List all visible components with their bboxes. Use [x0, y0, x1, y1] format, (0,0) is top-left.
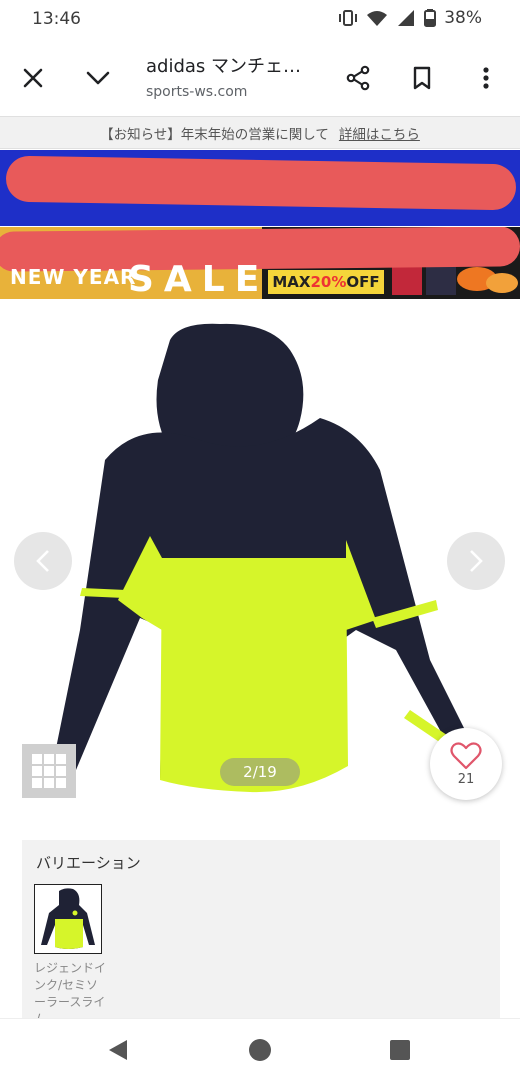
- chevron-left-icon: [36, 550, 49, 572]
- recents-button[interactable]: [380, 1033, 420, 1067]
- page-url: sports-ws.com: [146, 84, 248, 100]
- more-options-button[interactable]: [466, 58, 506, 98]
- variation-thumbnail-image: [41, 888, 95, 949]
- notice-bar: 【お知らせ】年末年始の営業に関して 詳細はこちら: [0, 116, 520, 149]
- home-button[interactable]: [240, 1033, 280, 1067]
- chevron-right-icon: [470, 550, 483, 572]
- browser-toolbar: adidas マンチェ… sports-ws.com: [0, 40, 520, 116]
- new-year-text: NEW YEAR: [10, 265, 137, 289]
- page-title: adidas マンチェ…: [146, 56, 302, 77]
- favorite-count: 21: [457, 771, 475, 787]
- notice-link[interactable]: 詳細はこちら: [339, 123, 420, 143]
- grid-view-button[interactable]: [22, 744, 76, 798]
- promo-banner-sale[interactable]: NEW YEAR SALE MAX 20% OFF: [0, 227, 520, 299]
- product-gallery[interactable]: 2/19 21: [0, 300, 520, 820]
- recents-square-icon: [390, 1040, 410, 1060]
- percent-label: 20%: [310, 273, 347, 291]
- share-icon: [346, 65, 370, 91]
- variation-section: バリエーション レジェンドインク/セミソーラースライム: [22, 840, 500, 1018]
- close-icon: [23, 68, 43, 88]
- image-counter: 2/19: [220, 758, 300, 786]
- vibrate-icon: [339, 10, 358, 26]
- heart-icon: [450, 741, 482, 769]
- previous-image-button[interactable]: [14, 532, 72, 590]
- promo-banner-top[interactable]: [0, 150, 520, 226]
- status-bar: 13:46 38%: [0, 0, 520, 40]
- back-button[interactable]: [98, 1033, 138, 1067]
- close-button[interactable]: [13, 58, 53, 98]
- bookmark-button[interactable]: [402, 58, 442, 98]
- max-label: MAX: [272, 273, 311, 291]
- favorite-button[interactable]: 21: [430, 728, 502, 800]
- wifi-icon: [367, 11, 388, 26]
- off-label: OFF: [346, 273, 380, 291]
- status-time: 13:46: [32, 9, 81, 29]
- chevron-down-icon: [86, 71, 110, 85]
- variation-label[interactable]: レジェンドインク/セミソーラースライム: [34, 960, 106, 1018]
- home-circle-icon: [249, 1039, 271, 1061]
- variation-title: バリエーション: [36, 854, 141, 872]
- page-title-block: adidas マンチェ… sports-ws.com: [146, 52, 326, 100]
- status-icons: 38%: [338, 8, 482, 28]
- max-off-badge: MAX 20% OFF: [268, 270, 384, 294]
- share-button[interactable]: [338, 58, 378, 98]
- notice-text: 【お知らせ】年末年始の営業に関して: [100, 126, 329, 143]
- battery-icon: [424, 9, 437, 27]
- grid-icon: [32, 754, 66, 788]
- sale-text: SALE: [128, 259, 270, 299]
- bookmark-icon: [413, 66, 431, 90]
- back-triangle-icon: [109, 1040, 127, 1060]
- signal-icon: [398, 10, 415, 26]
- system-nav-bar: [0, 1018, 520, 1080]
- minimize-button[interactable]: [78, 58, 118, 98]
- next-image-button[interactable]: [447, 532, 505, 590]
- redaction-mark: [5, 155, 517, 211]
- battery-percent: 38%: [444, 8, 482, 28]
- variation-thumbnail[interactable]: [34, 884, 102, 954]
- more-vert-icon: [483, 67, 489, 89]
